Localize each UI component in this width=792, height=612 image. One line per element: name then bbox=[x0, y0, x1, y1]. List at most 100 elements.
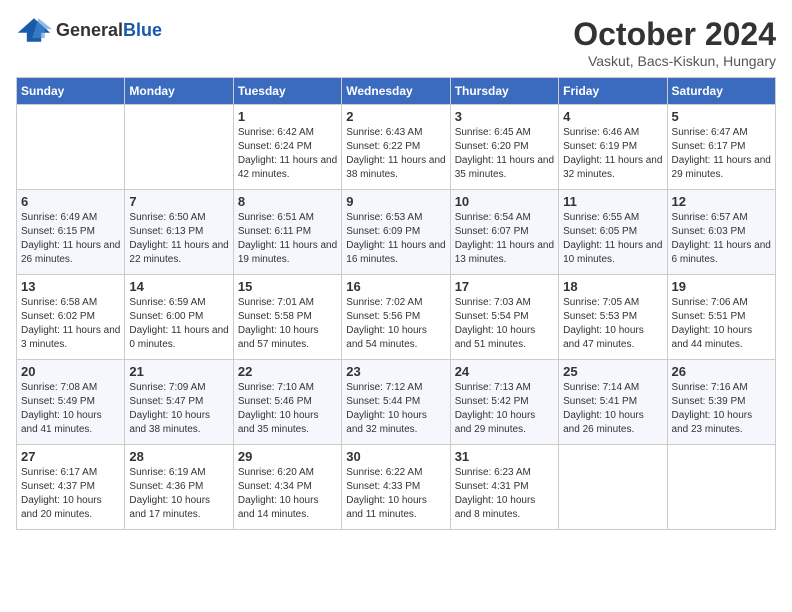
day-number: 14 bbox=[129, 279, 228, 294]
day-info: Sunrise: 7:06 AMSunset: 5:51 PMDaylight:… bbox=[672, 296, 771, 352]
calendar-cell: 16Sunrise: 7:02 AMSunset: 5:56 PMDayligh… bbox=[342, 275, 450, 360]
day-number: 6 bbox=[21, 194, 120, 209]
day-number: 15 bbox=[238, 279, 337, 294]
day-number: 5 bbox=[672, 109, 771, 124]
day-number: 3 bbox=[455, 109, 554, 124]
calendar-header-row: SundayMondayTuesdayWednesdayThursdayFrid… bbox=[17, 78, 776, 105]
weekday-header: Monday bbox=[125, 78, 233, 105]
calendar-cell: 5Sunrise: 6:47 AMSunset: 6:17 PMDaylight… bbox=[667, 105, 775, 190]
day-info: Sunrise: 7:02 AMSunset: 5:56 PMDaylight:… bbox=[346, 296, 445, 352]
day-number: 1 bbox=[238, 109, 337, 124]
day-info: Sunrise: 6:17 AMSunset: 4:37 PMDaylight:… bbox=[21, 466, 120, 522]
day-number: 28 bbox=[129, 449, 228, 464]
day-number: 11 bbox=[563, 194, 662, 209]
day-number: 30 bbox=[346, 449, 445, 464]
calendar-cell: 11 Sunrise: 6:55 AMSunset: 6:05 PMDayligh… bbox=[559, 190, 667, 275]
calendar-cell: 15 Sunrise: 7:01 AMSunset: 5:58 PMDayligh… bbox=[233, 275, 341, 360]
day-info: Sunrise: 6:19 AMSunset: 4:36 PMDaylight:… bbox=[129, 466, 228, 522]
day-number: 8 bbox=[238, 194, 337, 209]
calendar-table: SundayMondayTuesdayWednesdayThursdayFrid… bbox=[16, 77, 776, 530]
day-number: 9 bbox=[346, 194, 445, 209]
calendar-cell bbox=[17, 105, 125, 190]
day-number: 31 bbox=[455, 449, 554, 464]
calendar-cell: 19 Sunrise: 7:06 AMSunset: 5:51 PMDayligh… bbox=[667, 275, 775, 360]
day-info: Sunrise: 6:53 AMSunset: 6:09 PMDaylight:… bbox=[346, 211, 445, 267]
location: Vaskut, Bacs-Kiskun, Hungary bbox=[573, 53, 776, 69]
calendar-cell: 30Sunrise: 6:22 AMSunset: 4:33 PMDayligh… bbox=[342, 445, 450, 530]
weekday-header: Sunday bbox=[17, 78, 125, 105]
calendar-cell: 3 Sunrise: 6:45 AMSunset: 6:20 PMDaylight… bbox=[450, 105, 558, 190]
day-info: Sunrise: 6:23 AMSunset: 4:31 PMDaylight:… bbox=[455, 466, 554, 522]
calendar-cell: 29Sunrise: 6:20 AMSunset: 4:34 PMDayligh… bbox=[233, 445, 341, 530]
day-info: Sunrise: 6:50 AMSunset: 6:13 PMDaylight:… bbox=[129, 211, 228, 267]
day-info: Sunrise: 7:03 AMSunset: 5:54 PMDaylight:… bbox=[455, 296, 554, 352]
calendar-cell: 23 Sunrise: 7:12 AMSunset: 5:44 PMDayligh… bbox=[342, 360, 450, 445]
weekday-header: Thursday bbox=[450, 78, 558, 105]
weekday-header: Tuesday bbox=[233, 78, 341, 105]
day-info: Sunrise: 7:16 AMSunset: 5:39 PMDaylight:… bbox=[672, 381, 771, 437]
day-info: Sunrise: 6:49 AMSunset: 6:15 PMDaylight:… bbox=[21, 211, 120, 267]
day-info: Sunrise: 6:46 AMSunset: 6:19 PMDaylight:… bbox=[563, 126, 662, 182]
calendar-week-row: 6 Sunrise: 6:49 AMSunset: 6:15 PMDaylight… bbox=[17, 190, 776, 275]
day-number: 23 bbox=[346, 364, 445, 379]
day-number: 26 bbox=[672, 364, 771, 379]
calendar-cell: 18 Sunrise: 7:05 AMSunset: 5:53 PMDayligh… bbox=[559, 275, 667, 360]
calendar-cell: 1Sunrise: 6:42 AMSunset: 6:24 PMDaylight… bbox=[233, 105, 341, 190]
day-info: Sunrise: 7:09 AMSunset: 5:47 PMDaylight:… bbox=[129, 381, 228, 437]
day-info: Sunrise: 6:54 AMSunset: 6:07 PMDaylight:… bbox=[455, 211, 554, 267]
day-number: 29 bbox=[238, 449, 337, 464]
day-number: 10 bbox=[455, 194, 554, 209]
day-number: 21 bbox=[129, 364, 228, 379]
calendar-week-row: 1Sunrise: 6:42 AMSunset: 6:24 PMDaylight… bbox=[17, 105, 776, 190]
day-number: 4 bbox=[563, 109, 662, 124]
logo-icon bbox=[16, 16, 52, 44]
day-info: Sunrise: 6:59 AMSunset: 6:00 PMDaylight:… bbox=[129, 296, 228, 352]
day-info: Sunrise: 7:05 AMSunset: 5:53 PMDaylight:… bbox=[563, 296, 662, 352]
weekday-header: Friday bbox=[559, 78, 667, 105]
day-info: Sunrise: 6:55 AMSunset: 6:05 PMDaylight:… bbox=[563, 211, 662, 267]
calendar-cell: 6 Sunrise: 6:49 AMSunset: 6:15 PMDaylight… bbox=[17, 190, 125, 275]
day-info: Sunrise: 6:58 AMSunset: 6:02 PMDaylight:… bbox=[21, 296, 120, 352]
day-number: 20 bbox=[21, 364, 120, 379]
day-info: Sunrise: 6:51 AMSunset: 6:11 PMDaylight:… bbox=[238, 211, 337, 267]
calendar-week-row: 27Sunrise: 6:17 AMSunset: 4:37 PMDayligh… bbox=[17, 445, 776, 530]
calendar-cell: 13 Sunrise: 6:58 AMSunset: 6:02 PMDayligh… bbox=[17, 275, 125, 360]
logo-general: General bbox=[56, 20, 123, 40]
day-info: Sunrise: 6:43 AMSunset: 6:22 PMDaylight:… bbox=[346, 126, 445, 182]
calendar-cell: 22Sunrise: 7:10 AMSunset: 5:46 PMDayligh… bbox=[233, 360, 341, 445]
calendar-cell: 27Sunrise: 6:17 AMSunset: 4:37 PMDayligh… bbox=[17, 445, 125, 530]
weekday-header: Saturday bbox=[667, 78, 775, 105]
calendar-cell bbox=[125, 105, 233, 190]
weekday-header: Wednesday bbox=[342, 78, 450, 105]
calendar-cell bbox=[667, 445, 775, 530]
calendar-cell bbox=[559, 445, 667, 530]
month-title: October 2024 bbox=[573, 16, 776, 53]
day-number: 18 bbox=[563, 279, 662, 294]
calendar-cell: 28 Sunrise: 6:19 AMSunset: 4:36 PMDayligh… bbox=[125, 445, 233, 530]
day-info: Sunrise: 7:01 AMSunset: 5:58 PMDaylight:… bbox=[238, 296, 337, 352]
calendar-cell: 24 Sunrise: 7:13 AMSunset: 5:42 PMDayligh… bbox=[450, 360, 558, 445]
day-info: Sunrise: 7:13 AMSunset: 5:42 PMDaylight:… bbox=[455, 381, 554, 437]
calendar-cell: 7Sunrise: 6:50 AMSunset: 6:13 PMDaylight… bbox=[125, 190, 233, 275]
page-header: GeneralBlue October 2024 Vaskut, Bacs-Ki… bbox=[16, 16, 776, 69]
day-number: 2 bbox=[346, 109, 445, 124]
day-number: 25 bbox=[563, 364, 662, 379]
day-info: Sunrise: 6:57 AMSunset: 6:03 PMDaylight:… bbox=[672, 211, 771, 267]
calendar-cell: 25 Sunrise: 7:14 AMSunset: 5:41 PMDayligh… bbox=[559, 360, 667, 445]
day-number: 24 bbox=[455, 364, 554, 379]
day-number: 22 bbox=[238, 364, 337, 379]
title-section: October 2024 Vaskut, Bacs-Kiskun, Hungar… bbox=[573, 16, 776, 69]
calendar-cell: 20Sunrise: 7:08 AMSunset: 5:49 PMDayligh… bbox=[17, 360, 125, 445]
day-info: Sunrise: 7:14 AMSunset: 5:41 PMDaylight:… bbox=[563, 381, 662, 437]
day-info: Sunrise: 6:45 AMSunset: 6:20 PMDaylight:… bbox=[455, 126, 554, 182]
calendar-cell: 4 Sunrise: 6:46 AMSunset: 6:19 PMDaylight… bbox=[559, 105, 667, 190]
day-number: 17 bbox=[455, 279, 554, 294]
calendar-cell: 9 Sunrise: 6:53 AMSunset: 6:09 PMDaylight… bbox=[342, 190, 450, 275]
day-number: 12 bbox=[672, 194, 771, 209]
day-number: 19 bbox=[672, 279, 771, 294]
calendar-cell: 10 Sunrise: 6:54 AMSunset: 6:07 PMDayligh… bbox=[450, 190, 558, 275]
calendar-cell: 2 Sunrise: 6:43 AMSunset: 6:22 PMDaylight… bbox=[342, 105, 450, 190]
calendar-cell: 26 Sunrise: 7:16 AMSunset: 5:39 PMDayligh… bbox=[667, 360, 775, 445]
day-number: 13 bbox=[21, 279, 120, 294]
day-info: Sunrise: 7:12 AMSunset: 5:44 PMDaylight:… bbox=[346, 381, 445, 437]
